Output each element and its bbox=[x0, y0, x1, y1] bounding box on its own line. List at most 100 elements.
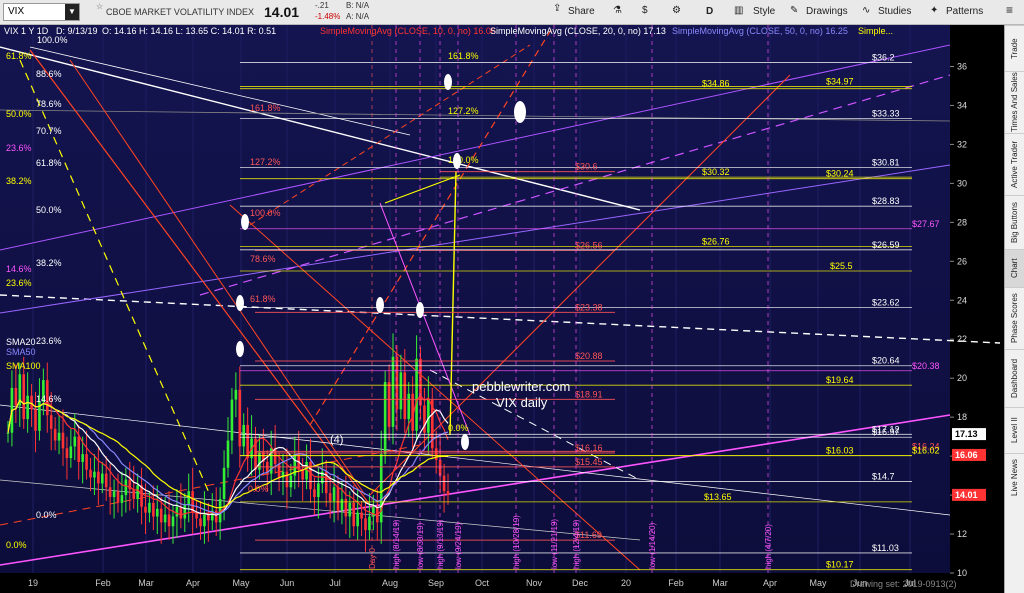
candle-body bbox=[328, 493, 332, 501]
symbol-selector[interactable]: VIX ▼ bbox=[3, 3, 80, 21]
candle-body bbox=[415, 358, 418, 431]
x-tick-label: Nov bbox=[526, 578, 543, 588]
wave-label: (4) bbox=[330, 434, 343, 446]
level-label: $36.2 bbox=[872, 53, 895, 63]
date-marker-label: high (10/28/19) bbox=[512, 515, 521, 569]
candle-body bbox=[85, 454, 88, 470]
fib-level-label: 50.0% bbox=[36, 205, 62, 215]
pencil-icon[interactable]: ✎ bbox=[790, 5, 798, 16]
fib-level-label: 88.6% bbox=[36, 69, 62, 79]
chevron-down-icon[interactable]: ▼ bbox=[65, 4, 79, 20]
chart-style-icon[interactable]: ▥ bbox=[734, 5, 743, 16]
last-price: 14.01 bbox=[264, 4, 300, 20]
pivot-marker bbox=[453, 153, 461, 169]
level-label: $13.65 bbox=[704, 492, 732, 502]
sidebar-tab-chart[interactable]: Chart bbox=[1005, 249, 1024, 287]
sidebar-tab-active-trader[interactable]: Active Trader bbox=[1005, 133, 1024, 195]
fib-level-label: 161.8% bbox=[448, 51, 479, 61]
fib-level-label: 14.6% bbox=[36, 394, 62, 404]
candle-body bbox=[61, 432, 65, 449]
level-label: $20.38 bbox=[912, 361, 940, 371]
candle-body bbox=[108, 487, 112, 498]
watermark-title: VIX daily bbox=[496, 395, 548, 410]
candle-body bbox=[434, 448, 438, 461]
top-toolbar: VIX ▼ ☆ CBOE MARKET VOLATILITY INDEX 14.… bbox=[0, 0, 1024, 25]
y-tick-label: 36 bbox=[957, 61, 967, 71]
gear-icon[interactable]: ⚙ bbox=[672, 5, 681, 16]
fib-level-label: 23.6% bbox=[6, 278, 32, 288]
style-button[interactable]: Style bbox=[753, 6, 775, 17]
sidebar-tab-level-ii[interactable]: Level II bbox=[1005, 407, 1024, 453]
watch-icon[interactable]: ☆ bbox=[96, 2, 103, 11]
candle-body bbox=[199, 518, 202, 527]
candle-body bbox=[30, 395, 33, 410]
sidebar-tab-times-and-sales[interactable]: Times And Sales bbox=[1005, 71, 1024, 133]
date-marker-label: high (12/4/19) bbox=[572, 519, 581, 569]
flask-icon[interactable]: ⚗ bbox=[613, 5, 622, 16]
share-button[interactable]: Share bbox=[568, 6, 595, 17]
studies-button[interactable]: Studies bbox=[878, 6, 911, 17]
period-selector[interactable]: D bbox=[706, 6, 713, 17]
candle-body bbox=[53, 428, 57, 441]
x-tick-label: Dec bbox=[572, 578, 589, 588]
fib-level-label: 78.6% bbox=[36, 99, 62, 109]
right-sidebar: Trade Times And Sales Active Trader Big But… bbox=[1004, 25, 1024, 593]
pivot-marker bbox=[241, 214, 249, 230]
patterns-button[interactable]: Patterns bbox=[946, 6, 983, 17]
sidebar-tab-phase-scores[interactable]: Phase Scores bbox=[1005, 287, 1024, 349]
fib-level-label: 61.8% bbox=[36, 158, 62, 168]
candle-body bbox=[214, 510, 218, 523]
candle-body bbox=[403, 372, 407, 420]
sidebar-tab-big-buttons[interactable]: Big Buttons bbox=[1005, 195, 1024, 249]
candle-body bbox=[360, 512, 363, 519]
candle-body bbox=[391, 356, 395, 427]
pivot-marker bbox=[444, 74, 452, 90]
fib-level-label: 100.0% bbox=[448, 155, 479, 165]
candle-body bbox=[120, 495, 124, 503]
watermark-site: pebblewriter.com bbox=[472, 379, 570, 394]
candle-body bbox=[442, 475, 446, 492]
candle-body bbox=[203, 514, 206, 527]
candle-body bbox=[364, 518, 367, 531]
menu-icon[interactable]: ≡ bbox=[1006, 3, 1013, 17]
sidebar-tab-trade[interactable]: Trade bbox=[1005, 25, 1024, 71]
chart-date-label: D: 9/13/19 bbox=[56, 26, 98, 36]
level-label: $33.33 bbox=[872, 108, 900, 118]
candle-body bbox=[89, 469, 92, 478]
fib-level-label: 61.8% bbox=[250, 294, 276, 304]
x-tick-label: Apr bbox=[186, 578, 200, 588]
candle-body bbox=[81, 454, 84, 462]
candle-body bbox=[372, 506, 375, 517]
fib-level-label: 127.2% bbox=[448, 106, 479, 116]
candle-body bbox=[100, 473, 104, 484]
pivot-marker bbox=[461, 434, 469, 450]
x-tick-label: Apr bbox=[763, 578, 777, 588]
sidebar-tab-live-news[interactable]: Live News bbox=[1005, 453, 1024, 501]
chart-symbol-label: VIX 1 Y 1D bbox=[4, 26, 49, 36]
y-tick-label: 34 bbox=[957, 100, 967, 110]
candle-body bbox=[152, 502, 155, 517]
price-tag-label: 14.01 bbox=[955, 490, 978, 500]
price-chart[interactable]: $36.2 $34.97 $34.86 $33.33 $30.81 $30.32 $30.2… bbox=[0, 25, 1004, 593]
level-label: $10.17 bbox=[826, 560, 854, 570]
candle-body bbox=[277, 463, 281, 478]
share-icon[interactable]: ⇪ bbox=[553, 3, 561, 14]
patterns-icon[interactable]: ✦ bbox=[930, 5, 938, 16]
date-marker-label: low (8/30/19) bbox=[416, 522, 425, 569]
level-label: $30.6 bbox=[575, 162, 598, 172]
candle-body bbox=[73, 436, 77, 447]
pivot-marker bbox=[376, 297, 384, 313]
fib-level-label: 0.0% bbox=[248, 484, 269, 494]
candle-body bbox=[6, 432, 10, 434]
candle-body bbox=[301, 469, 304, 480]
sidebar-tab-dashboard[interactable]: Dashboard bbox=[1005, 349, 1024, 407]
dollar-icon[interactable]: $ bbox=[642, 5, 648, 16]
studies-icon[interactable]: ∿ bbox=[862, 5, 870, 16]
candle-body bbox=[148, 502, 151, 513]
study-label: SimpleMovingAvg (CLOSE, 10, 0, no) 16.06 bbox=[320, 26, 496, 36]
candle-body bbox=[159, 508, 163, 523]
date-marker-label: high (4/7/20) bbox=[764, 524, 773, 569]
candle-body bbox=[356, 512, 359, 527]
y-tick-label: 32 bbox=[957, 139, 967, 149]
drawings-button[interactable]: Drawings bbox=[806, 6, 848, 17]
